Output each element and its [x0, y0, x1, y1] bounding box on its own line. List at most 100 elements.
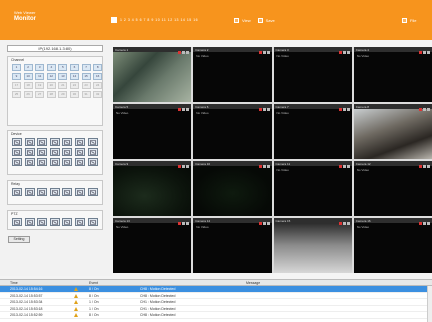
device-button-7[interactable]: [87, 138, 98, 146]
relay-button-6[interactable]: [74, 188, 85, 196]
control-icon[interactable]: [342, 221, 346, 225]
channel-button-22[interactable]: 22: [69, 82, 79, 89]
channel-button-27[interactable]: 27: [35, 91, 45, 98]
camera-tile-3[interactable]: Camera 3 No Video: [273, 47, 352, 102]
view-button[interactable]: View: [242, 18, 251, 23]
device-button-16[interactable]: [24, 158, 35, 166]
record-icon[interactable]: [178, 221, 182, 225]
column-message[interactable]: Message: [246, 281, 260, 285]
channel-button-10[interactable]: 10: [23, 73, 33, 80]
control-icon[interactable]: [266, 50, 270, 54]
channel-button-8[interactable]: 8: [93, 64, 103, 71]
channel-button-16[interactable]: 16: [93, 73, 103, 80]
channel-button-5[interactable]: 5: [58, 64, 68, 71]
record-icon[interactable]: [258, 221, 262, 225]
channel-button-15[interactable]: 15: [81, 73, 91, 80]
channel-button-30[interactable]: 30: [69, 91, 79, 98]
channel-button-19[interactable]: 19: [35, 82, 45, 89]
device-button-6[interactable]: [74, 138, 85, 146]
column-time[interactable]: Time: [10, 281, 18, 285]
camera-tile-13[interactable]: Camera 13 No Video: [113, 218, 192, 273]
control-icon[interactable]: [186, 164, 190, 168]
channel-button-21[interactable]: 21: [58, 82, 68, 89]
channel-button-3[interactable]: 3: [35, 64, 45, 71]
channel-button-23[interactable]: 23: [81, 82, 91, 89]
record-icon[interactable]: [338, 221, 342, 225]
camera-tile-16[interactable]: Camera 16 No Video: [353, 218, 432, 273]
device-button-18[interactable]: [49, 158, 60, 166]
ptz-button-4[interactable]: [49, 218, 60, 226]
channel-button-14[interactable]: 14: [69, 73, 79, 80]
channel-button-20[interactable]: 20: [46, 82, 56, 89]
channel-button-11[interactable]: 11: [35, 73, 45, 80]
control-icon[interactable]: [427, 50, 430, 54]
device-button-8[interactable]: [12, 148, 22, 156]
channel-button-1[interactable]: 1: [12, 64, 21, 71]
event-row[interactable]: 2013-02-14 15:54:16 8 / On CH8 : Motion De…: [0, 286, 432, 293]
channel-button-25[interactable]: 25: [12, 91, 21, 98]
event-row[interactable]: 2013-02-14 15:53:18 1 / On CH1 : Motion De…: [0, 306, 432, 313]
ptz-button-6[interactable]: [74, 218, 85, 226]
save-button[interactable]: Save: [266, 18, 275, 23]
channel-button-2[interactable]: 2: [23, 64, 33, 71]
channel-button-29[interactable]: 29: [58, 91, 68, 98]
ptz-button-5[interactable]: [62, 218, 73, 226]
camera-tile-9[interactable]: Camera 9: [113, 161, 192, 216]
control-icon[interactable]: [182, 221, 186, 225]
device-button-12[interactable]: [62, 148, 73, 156]
ptz-button-3[interactable]: [37, 218, 48, 226]
device-button-2[interactable]: [24, 138, 35, 146]
control-icon[interactable]: [346, 50, 350, 54]
device-button-14[interactable]: [87, 148, 98, 156]
channel-button-28[interactable]: 28: [46, 91, 56, 98]
control-icon[interactable]: [423, 164, 426, 168]
channel-button-18[interactable]: 18: [23, 82, 33, 89]
grid-layout-icon[interactable]: [111, 17, 117, 23]
control-icon[interactable]: [186, 107, 190, 111]
control-icon[interactable]: [427, 221, 430, 225]
control-icon[interactable]: [262, 50, 266, 54]
control-icon[interactable]: [346, 221, 350, 225]
control-icon[interactable]: [262, 221, 266, 225]
record-icon[interactable]: [419, 164, 422, 168]
record-icon[interactable]: [178, 50, 182, 54]
camera-tile-15[interactable]: Camera 15: [273, 218, 352, 273]
record-icon[interactable]: [338, 164, 342, 168]
record-icon[interactable]: [178, 164, 182, 168]
control-icon[interactable]: [423, 221, 426, 225]
control-icon[interactable]: [346, 164, 350, 168]
camera-tile-11[interactable]: Camera 11 No Video: [273, 161, 352, 216]
control-icon[interactable]: [427, 107, 430, 111]
control-icon[interactable]: [266, 164, 270, 168]
camera-tile-1[interactable]: Camera 1: [113, 47, 192, 102]
channel-button-31[interactable]: 31: [81, 91, 91, 98]
device-button-9[interactable]: [24, 148, 35, 156]
ptz-button-2[interactable]: [24, 218, 35, 226]
camera-tile-6[interactable]: Camera 6 No Video: [193, 104, 272, 159]
control-icon[interactable]: [182, 164, 186, 168]
file-icon[interactable]: [402, 17, 407, 23]
device-button-3[interactable]: [37, 138, 48, 146]
device-button-13[interactable]: [74, 148, 85, 156]
camera-tile-12[interactable]: Camera 12 No Video: [353, 161, 432, 216]
control-icon[interactable]: [423, 107, 426, 111]
ptz-button-1[interactable]: [12, 218, 22, 226]
control-icon[interactable]: [342, 164, 346, 168]
device-button-21[interactable]: [87, 158, 98, 166]
relay-button-5[interactable]: [62, 188, 73, 196]
record-icon[interactable]: [419, 50, 422, 54]
camera-tile-7[interactable]: Camera 7 No Video: [273, 104, 352, 159]
channel-button-32[interactable]: 32: [93, 91, 103, 98]
control-icon[interactable]: [266, 107, 270, 111]
control-icon[interactable]: [262, 164, 266, 168]
setting-button[interactable]: Setting: [8, 236, 30, 243]
ip-address-field[interactable]: IP(192.168.1.3:80): [7, 45, 103, 52]
channel-button-6[interactable]: 6: [69, 64, 79, 71]
relay-button-1[interactable]: [12, 188, 22, 196]
control-icon[interactable]: [427, 164, 430, 168]
camera-tile-14[interactable]: Camera 14 No Video: [193, 218, 272, 273]
device-button-10[interactable]: [37, 148, 48, 156]
control-icon[interactable]: [186, 50, 190, 54]
relay-button-3[interactable]: [37, 188, 48, 196]
camera-tile-8[interactable]: Camera 8: [353, 104, 432, 159]
